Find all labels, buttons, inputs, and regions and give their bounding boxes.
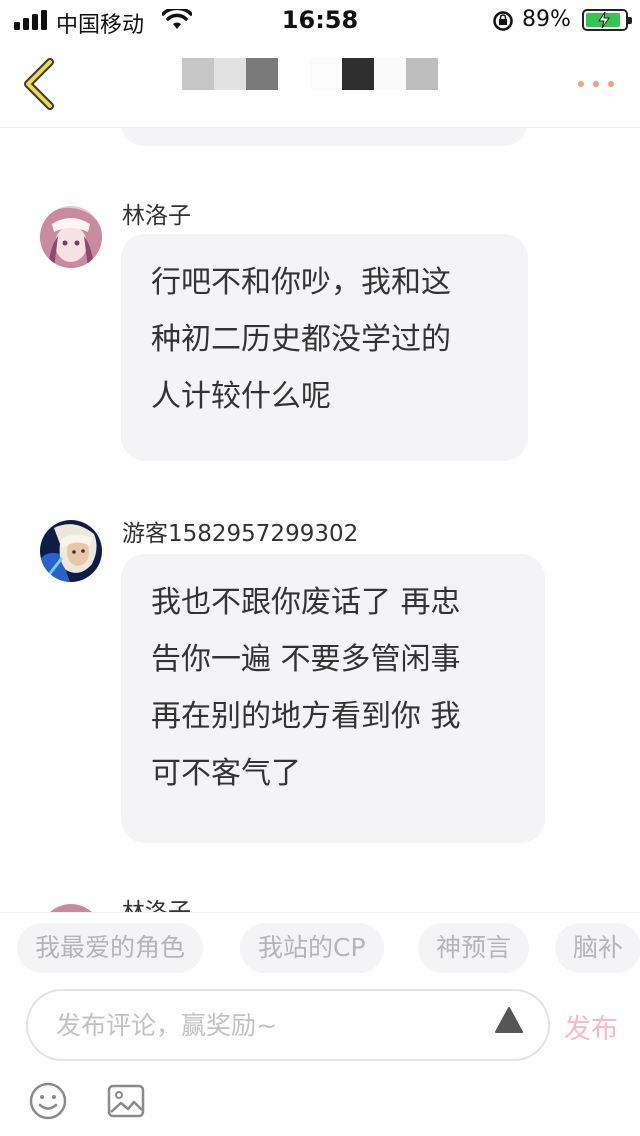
message-bubble-partial	[121, 128, 527, 146]
quick-chip[interactable]: 我站的CP	[240, 923, 384, 973]
avatar[interactable]	[40, 520, 102, 582]
quick-chip[interactable]: 我最爱的角色	[17, 923, 204, 973]
battery-percent: 89%	[522, 7, 571, 32]
expand-button[interactable]	[494, 1005, 524, 1035]
message-line: 种初二历史都没学过的	[151, 322, 451, 357]
publish-button[interactable]: 发布	[564, 1007, 618, 1046]
quick-chip[interactable]: 脑补	[555, 923, 640, 973]
chat-area[interactable]: 林洛子 行吧不和你吵，我和这 种初二历史都没学过的 人计较什么呢 游客15829…	[0, 128, 640, 912]
message-line: 再在别的地方看到你 我	[151, 699, 461, 734]
comment-input[interactable]	[54, 1003, 474, 1047]
message-line: 告你一遍 不要多管闲事	[151, 642, 461, 677]
more-dots-icon	[578, 81, 584, 87]
sender-name: 林洛子	[122, 203, 191, 229]
battery-icon	[582, 9, 632, 31]
avatar[interactable]	[40, 904, 102, 912]
message-line: 可不客气了	[151, 756, 301, 791]
back-button[interactable]	[18, 56, 62, 112]
rotation-lock-icon	[493, 11, 513, 31]
nav-bar	[0, 40, 640, 128]
comment-panel: 我最爱的角色 我站的CP 神预言 脑补 发布	[0, 912, 640, 1136]
emoji-icon	[29, 1082, 67, 1120]
more-button[interactable]	[574, 78, 618, 90]
comment-box[interactable]	[26, 989, 550, 1061]
emoji-button[interactable]	[28, 1081, 68, 1121]
chevron-left-icon	[24, 58, 54, 110]
quick-chip[interactable]: 神预言	[418, 923, 530, 973]
triangle-up-icon	[495, 1007, 523, 1033]
quick-chip-row[interactable]: 我最爱的角色 我站的CP 神预言 脑补	[17, 923, 640, 973]
sender-name: 游客1582957299302	[122, 521, 359, 547]
image-icon	[107, 1084, 145, 1118]
image-button[interactable]	[106, 1083, 146, 1119]
avatar[interactable]	[40, 206, 102, 268]
status-bar: 中国移动 16:58 89%	[0, 0, 640, 40]
message-line: 我也不跟你废话了 再忠	[151, 585, 461, 620]
message-bubble: 行吧不和你吵，我和这 种初二历史都没学过的 人计较什么呢	[121, 234, 528, 461]
sender-name: 林洛子	[122, 899, 191, 912]
message-bubble: 我也不跟你废话了 再忠 告你一遍 不要多管闲事 再在别的地方看到你 我 可不客气…	[121, 554, 545, 843]
page-title-censored	[182, 58, 438, 90]
message-line: 行吧不和你吵，我和这	[151, 265, 451, 300]
message-line: 人计较什么呢	[151, 379, 331, 414]
